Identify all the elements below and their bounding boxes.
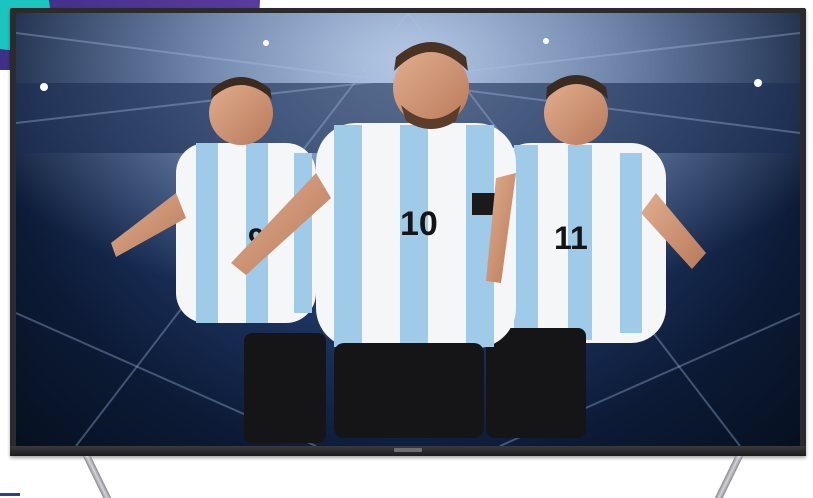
screen-image: 9 11 xyxy=(16,13,800,446)
tv-brand-logo xyxy=(394,448,422,452)
accent-line xyxy=(0,493,20,496)
player-number-right: 11 xyxy=(554,220,588,256)
player-number-center: 10 xyxy=(400,205,438,243)
tv-bottom-bezel xyxy=(10,446,806,456)
tv-stand-left xyxy=(82,456,114,498)
television: 9 11 xyxy=(10,8,806,456)
product-photo: 9 11 xyxy=(0,0,813,498)
tv-screen: 9 11 xyxy=(16,13,800,446)
tv-stand-right xyxy=(712,456,744,498)
